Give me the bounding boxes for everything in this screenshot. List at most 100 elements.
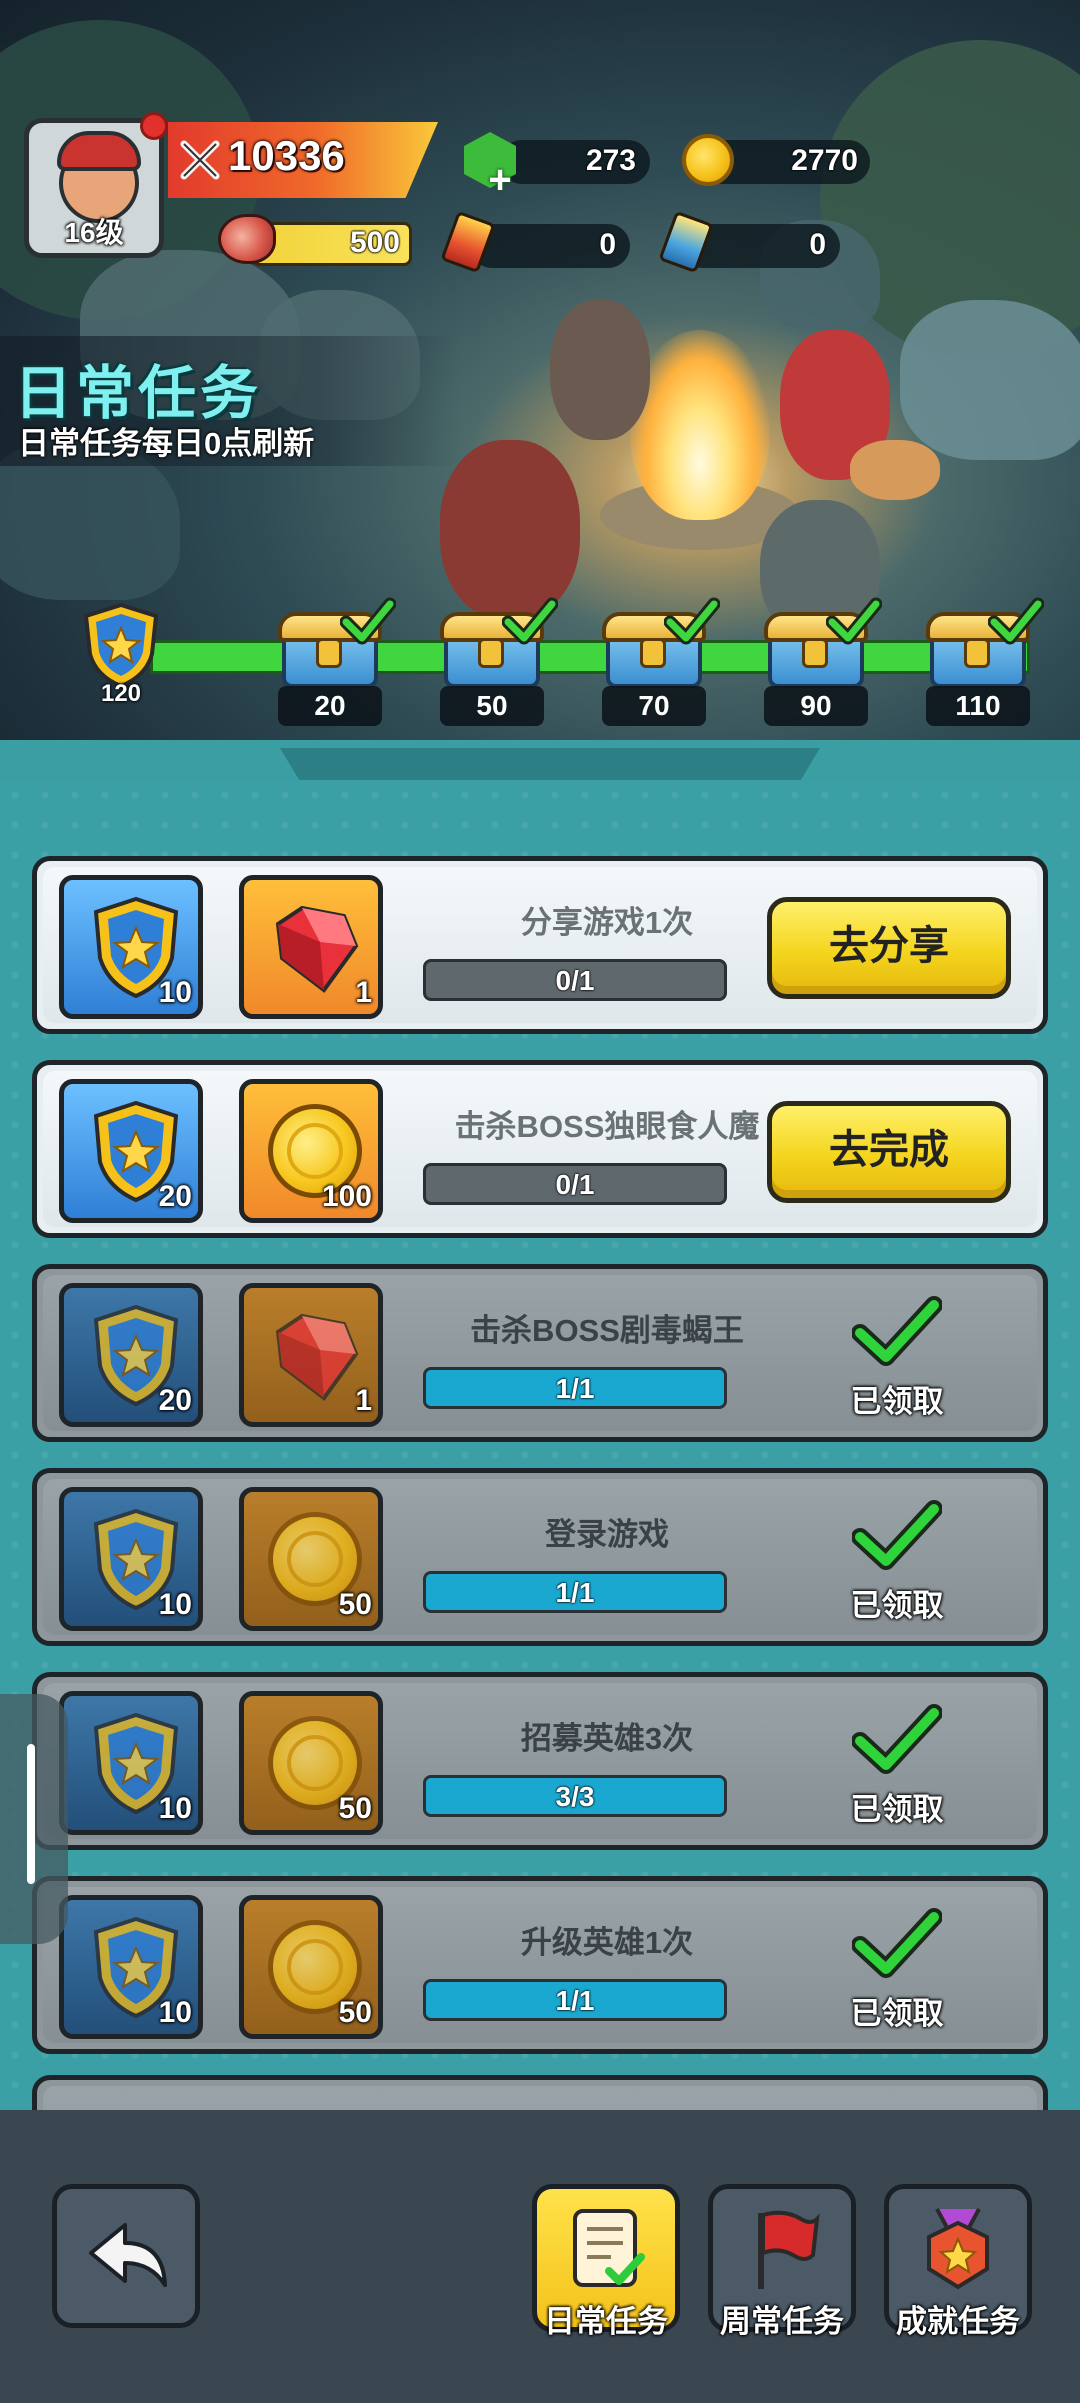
task-name: 击杀BOSS独眼食人魔 [454, 1109, 760, 1144]
tab-daily-tasks-label: 日常任务 [544, 2304, 668, 2339]
gold-coin-icon [682, 134, 734, 186]
task-list[interactable]: 10 1 分享游戏1次 0/1 去分享 20 100 击杀BOSS独眼食人魔 0/1 去完成 20 1… [0, 780, 1080, 2110]
red-crystal-icon [275, 1313, 359, 1401]
activity-points-reward: 20 [59, 1283, 203, 1427]
task-progress-bar: 0/1 [423, 1163, 727, 1205]
activity-points-reward: 20 [59, 1079, 203, 1223]
checkmark-icon [851, 1908, 943, 1978]
milestone-chest[interactable] [602, 597, 720, 690]
page-subtitle: 日常任务每日0点刷新 [18, 426, 315, 461]
item-reward-qty: 1 [355, 1384, 372, 1417]
milestone-points-label: 90 [764, 686, 868, 726]
item-reward-qty: 1 [355, 976, 372, 1009]
hero-warrior-figure [440, 440, 580, 620]
activity-points-qty: 10 [158, 976, 192, 1009]
milestone-chest[interactable] [926, 597, 1044, 690]
task-name: 分享游戏1次 [520, 905, 694, 940]
item-reward: 1 [239, 875, 383, 1019]
task-progress-text: 1/1 [555, 1373, 595, 1404]
medal-icon [927, 2208, 989, 2290]
task-card: 10 1 分享游戏1次 0/1 去分享 [32, 856, 1048, 1034]
item-reward: 50 [239, 1895, 383, 2039]
claimed-label: 已领取 [850, 1996, 944, 2031]
claimed-label: 已领取 [850, 1384, 944, 1419]
activity-points-reward: 10 [59, 875, 203, 1019]
task-progress-text: 0/1 [555, 1169, 595, 1200]
daily-scroll-icon [573, 2209, 645, 2287]
combat-power-value: 10336 [228, 132, 345, 179]
campfire-flame [630, 330, 770, 520]
checkmark-icon [851, 1500, 943, 1570]
task-progress-text: 3/3 [555, 1781, 595, 1812]
red-crystal-icon [275, 905, 359, 993]
item-reward-qty: 100 [321, 1180, 372, 1213]
checkmark-icon [988, 597, 1044, 645]
task-name: 招募英雄3次 [520, 1721, 694, 1756]
task-progress-bar: 1/1 [423, 1367, 727, 1409]
task-name: 升级英雄1次 [520, 1925, 694, 1960]
task-progress-text: 1/1 [555, 1985, 595, 2016]
activity-points-qty: 20 [158, 1384, 192, 1417]
task-progress-bar: 0/1 [423, 959, 727, 1001]
activity-points-reward: 10 [59, 1895, 203, 2039]
claimed-status: 已领取 [827, 1703, 967, 1833]
task-name: 登录游戏 [545, 1517, 669, 1552]
milestone-points-label: 20 [278, 686, 382, 726]
claimed-status: 已领取 [827, 1295, 967, 1425]
milestone-points-label: 110 [926, 686, 1030, 726]
task-card: 20 1 击杀BOSS剧毒蝎王 1/1 已领取 [32, 1264, 1048, 1442]
checkmark-icon [826, 597, 882, 645]
milestone-chest[interactable] [278, 597, 396, 690]
checkmark-icon [664, 597, 720, 645]
task-card: 10 50 升级英雄1次 1/1 已领取 [32, 1876, 1048, 2054]
checkmark-icon [851, 1704, 943, 1774]
activity-points-qty: 10 [158, 1792, 192, 1825]
item-reward-qty: 50 [338, 1588, 372, 1621]
task-progress-bar: 1/1 [423, 1571, 727, 1613]
checkmark-icon [340, 597, 396, 645]
activity-points-qty: 10 [158, 1588, 192, 1621]
activity-points-reward: 10 [59, 1487, 203, 1631]
item-reward: 1 [239, 1283, 383, 1427]
task-progress-bar: 1/1 [423, 1979, 727, 2021]
item-reward-qty: 50 [338, 1792, 372, 1825]
stamina-value: 500 [349, 226, 400, 259]
item-reward: 100 [239, 1079, 383, 1223]
back-button[interactable] [52, 2184, 200, 2328]
activity-shield-icon [83, 602, 159, 688]
task-card-partial [32, 2075, 1048, 2110]
claimed-label: 已领取 [850, 1588, 944, 1623]
task-card: 10 50 招募英雄3次 3/3 已领取 [32, 1672, 1048, 1850]
claimed-status: 已领取 [827, 1907, 967, 2037]
crossed-swords-icon [180, 140, 220, 180]
notification-dot [140, 112, 168, 140]
tab-weekly-tasks-label: 周常任务 [720, 2304, 844, 2339]
activity-points-reward: 10 [59, 1691, 203, 1835]
task-card: 20 100 击杀BOSS独眼食人魔 0/1 去完成 [32, 1060, 1048, 1238]
item-reward: 50 [239, 1691, 383, 1835]
red-flag-icon [758, 2210, 820, 2289]
side-drawer-handle[interactable] [0, 1694, 68, 1944]
milestone-points-label: 50 [440, 686, 544, 726]
task-progress-bar: 3/3 [423, 1775, 727, 1817]
item-reward: 50 [239, 1487, 383, 1631]
task-go-button[interactable]: 去完成 [767, 1101, 1011, 1203]
pet-dog-figure [850, 440, 940, 500]
current-activity-points: 120 [100, 680, 142, 707]
add-gems-button[interactable]: + [480, 160, 520, 200]
gem-value: 273 [585, 144, 636, 177]
player-avatar[interactable]: 16级 [24, 118, 164, 258]
milestone-chest[interactable] [440, 597, 558, 690]
milestone-chest[interactable] [764, 597, 882, 690]
red-ticket-value: 0 [599, 228, 616, 261]
blue-ticket-value: 0 [809, 228, 826, 261]
task-progress-text: 1/1 [555, 1577, 595, 1608]
claimed-label: 已领取 [850, 1792, 944, 1827]
tab-achievement-tasks-label: 成就任务 [896, 2304, 1020, 2339]
task-card: 10 50 登录游戏 1/1 已领取 [32, 1468, 1048, 1646]
claimed-status: 已领取 [827, 1499, 967, 1629]
back-arrow-icon [89, 2223, 167, 2287]
task-go-button[interactable]: 去分享 [767, 897, 1011, 999]
hero-bard-figure [550, 300, 650, 440]
checkmark-icon [502, 597, 558, 645]
